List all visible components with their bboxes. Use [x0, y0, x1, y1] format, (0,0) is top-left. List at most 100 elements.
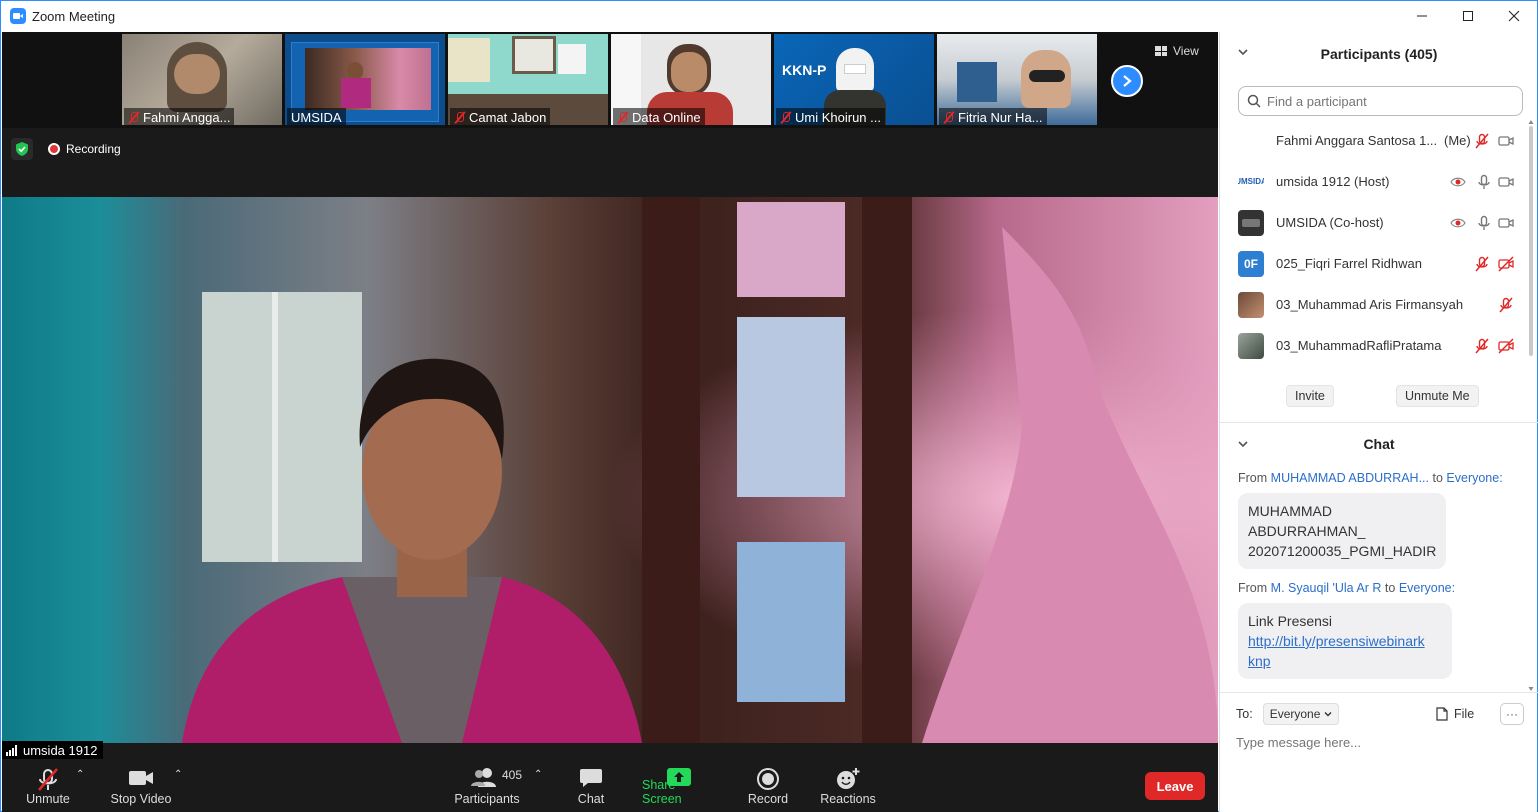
thumbnail-video[interactable]: Fitria Nur Ha...: [937, 34, 1097, 125]
invite-button[interactable]: Invite: [1286, 385, 1334, 407]
message-link[interactable]: knp: [1248, 653, 1271, 669]
participant-name: 03_MuhammadRafliPratama: [1276, 338, 1442, 353]
participant-row[interactable]: 03_MuhammadRafliPratama: [1220, 325, 1526, 366]
chat-message-input[interactable]: [1236, 732, 1521, 752]
participant-name: Fitria Nur Ha...: [958, 109, 1043, 125]
panel-divider: [1220, 422, 1538, 423]
message-sender[interactable]: M. Syauqil 'Ula Ar R: [1271, 581, 1382, 595]
video-off-icon[interactable]: [1498, 256, 1514, 272]
chat-button[interactable]: Chat: [572, 759, 610, 812]
recording-eye-icon: [1450, 218, 1466, 228]
muted-mic-icon: [617, 111, 628, 124]
share-screen-icon: [667, 768, 691, 786]
message-recipient[interactable]: Everyone:: [1399, 581, 1455, 595]
participants-panel-header: Participants (405): [1220, 32, 1538, 76]
chat-bubble-icon: [580, 769, 602, 787]
unmute-button[interactable]: Unmute: [22, 759, 74, 812]
message-text: Link Presensi: [1248, 613, 1333, 629]
scrollbar-thumb[interactable]: [1529, 126, 1533, 356]
thumbnail-video[interactable]: Data Online: [611, 34, 771, 125]
muted-mic-icon: [454, 111, 465, 124]
recipient-dropdown[interactable]: Everyone: [1262, 703, 1340, 725]
minimize-icon: [1417, 15, 1427, 17]
participants-label: Participants: [454, 792, 520, 806]
thumbnail-label: Fahmi Angga...: [124, 108, 235, 125]
participants-icon: [471, 768, 496, 787]
microphone-icon[interactable]: [1476, 174, 1492, 190]
active-speaker-video: [2, 197, 1218, 743]
next-page-button[interactable]: [1111, 65, 1143, 97]
from-label: From: [1238, 581, 1268, 595]
muted-mic-icon: [128, 111, 139, 124]
participants-panel-title: Participants (405): [1320, 46, 1438, 62]
reactions-button[interactable]: Reactions: [820, 759, 876, 812]
file-button[interactable]: File: [1436, 707, 1474, 721]
recording-indicator[interactable]: Recording: [42, 139, 127, 159]
participant-name: Data Online: [632, 109, 701, 125]
participant-search[interactable]: [1238, 86, 1523, 116]
muted-mic-icon[interactable]: [1498, 297, 1514, 313]
participant-row[interactable]: UMSIDA umsida 1912 (Host): [1220, 161, 1526, 202]
message-sender[interactable]: MUHAMMAD ABDURRAH...: [1271, 471, 1429, 485]
side-panel: Participants (405) Fahmi Anggara Santosa…: [1219, 32, 1538, 812]
participant-name: Umi Khoirun ...: [795, 109, 881, 125]
thumbnail-video[interactable]: Camat Jabon: [448, 34, 608, 125]
thumbnail-video[interactable]: Fahmi Angga...: [122, 34, 282, 125]
more-options-button[interactable]: ···: [1500, 703, 1524, 725]
video-options-caret[interactable]: ⌃: [174, 769, 182, 780]
file-icon: [1436, 707, 1448, 721]
stop-video-button[interactable]: Stop Video: [108, 759, 174, 812]
chevron-down-icon[interactable]: [1238, 439, 1248, 449]
muted-mic-icon[interactable]: [1474, 338, 1490, 354]
smiley-plus-icon: [837, 768, 860, 789]
microphone-icon[interactable]: [1476, 215, 1492, 231]
reactions-label: Reactions: [820, 792, 876, 806]
chevron-down-icon[interactable]: [1238, 47, 1248, 57]
message-link[interactable]: http://bit.ly/presensiwebinark: [1248, 633, 1425, 649]
security-shield-button[interactable]: [11, 138, 33, 160]
participant-row[interactable]: UMSIDA (Co-host): [1220, 202, 1526, 243]
video-camera-icon[interactable]: [1498, 133, 1514, 149]
chat-message[interactable]: Link Presensi http://bit.ly/presensiwebi…: [1238, 603, 1452, 679]
meeting-area: Fahmi Angga... UMSIDA Camat Jabon Data O…: [2, 32, 1218, 812]
thumbnail-label: Camat Jabon: [450, 108, 551, 125]
leave-button[interactable]: Leave: [1145, 772, 1205, 800]
meeting-toolbar: Unmute ⌃ Stop Video ⌃ 405 Participants ⌃: [2, 759, 1218, 812]
chat-message[interactable]: MUHAMMAD ABDURRAHMAN_ 202071200035_PGMI_…: [1238, 493, 1446, 569]
speaker-name: umsida 1912: [23, 742, 98, 758]
participant-row[interactable]: 0F 025_Fiqri Farrel Ridhwan: [1220, 243, 1526, 284]
video-camera-icon[interactable]: [1498, 215, 1514, 231]
chevron-down-icon: [1324, 712, 1332, 717]
participant-search-input[interactable]: [1267, 93, 1497, 109]
message-recipient[interactable]: Everyone:: [1446, 471, 1502, 485]
unmute-me-button[interactable]: Unmute Me: [1396, 385, 1479, 407]
participant-row[interactable]: 03_Muhammad Aris Firmansyah: [1220, 284, 1526, 325]
title-bar: Zoom Meeting: [1, 1, 1537, 31]
participants-button[interactable]: 405 Participants: [451, 759, 523, 812]
record-button[interactable]: Record: [746, 759, 790, 812]
thumbnail-video[interactable]: UMSIDA: [285, 34, 445, 125]
view-button[interactable]: View: [1155, 40, 1211, 62]
muted-mic-icon[interactable]: [1474, 133, 1490, 149]
audio-options-caret[interactable]: ⌃: [76, 769, 84, 780]
recipient-value: Everyone: [1269, 707, 1321, 721]
muted-mic-icon[interactable]: [1474, 256, 1490, 272]
video-off-icon[interactable]: [1498, 338, 1514, 354]
window-controls: [1399, 1, 1537, 31]
thumbnail-label: Data Online: [613, 108, 705, 125]
participant-row[interactable]: Fahmi Anggara Santosa 1... (Me): [1220, 120, 1526, 161]
chat-divider: [1220, 692, 1538, 693]
close-button[interactable]: [1491, 1, 1537, 31]
chat-recipient-row: To: Everyone File ···: [1236, 703, 1526, 725]
video-camera-icon[interactable]: [1498, 174, 1514, 190]
view-label: View: [1173, 44, 1199, 58]
scroll-up-arrow-icon: [1528, 120, 1534, 124]
speaker-video-frame: [2, 197, 1218, 743]
minimize-button[interactable]: [1399, 1, 1445, 31]
share-screen-button[interactable]: Share Screen: [642, 759, 716, 812]
message-header: From M. Syauqil 'Ula Ar R to Everyone:: [1238, 581, 1455, 595]
thumbnail-video[interactable]: KKN-P Umi Khoirun ...: [774, 34, 934, 125]
participants-options-caret[interactable]: ⌃: [534, 769, 542, 780]
maximize-button[interactable]: [1445, 1, 1491, 31]
participant-list-scrollbar[interactable]: [1528, 120, 1534, 691]
